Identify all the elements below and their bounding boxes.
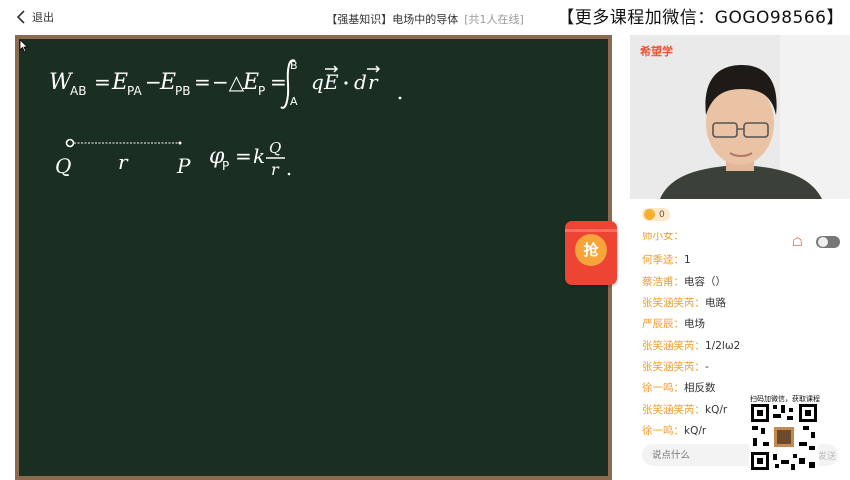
svg-text:P: P — [258, 84, 265, 98]
svg-text:d: d — [354, 70, 367, 94]
teacher-avatar — [630, 35, 850, 199]
send-button[interactable]: 发送 — [818, 449, 836, 462]
toggle-label: 问 — [819, 238, 826, 246]
chat-message: 蔡浩甫：电容（） — [642, 276, 726, 288]
chat-message: 何季逵：1 — [642, 254, 691, 266]
svg-text:q: q — [311, 70, 324, 94]
chat-text: 电路 — [705, 297, 726, 309]
chat-username: 张笑涵笑芮 — [642, 404, 695, 416]
svg-text:AB: AB — [70, 84, 86, 98]
chat-username: 张笑涵笑芮 — [642, 340, 695, 352]
chat-text: 相反数 — [684, 382, 716, 394]
coin-icon — [644, 209, 655, 220]
svg-text:=: = — [270, 70, 287, 94]
watermark-banner: 【更多课程加微信：GOGO98566】 — [555, 2, 846, 29]
chat-text: 1 — [684, 254, 691, 266]
chat-username: 严辰辰 — [642, 318, 674, 330]
svg-text:PA: PA — [127, 84, 142, 98]
chat-message: 严辰辰：电场 — [642, 318, 705, 330]
chat-username: 张笑涵笑芮 — [642, 297, 695, 309]
svg-text:k: k — [253, 144, 265, 168]
chat-message: 徐一鸣：kQ/r — [642, 425, 707, 437]
chat-text: kQ/r — [684, 425, 707, 437]
point-charge-diagram — [65, 138, 182, 148]
svg-text:=: = — [94, 70, 111, 94]
teacher-video: 希望学 — [630, 35, 850, 199]
formula-potential: φ P = k Q r — [209, 139, 291, 179]
teacher-badge-icon[interactable]: ☖ — [792, 235, 803, 249]
chat-username: 徐一鸣 — [642, 382, 674, 394]
svg-text:=: = — [235, 144, 252, 168]
chat-text: 电场 — [684, 318, 705, 330]
chat-username: 何季逵 — [642, 254, 674, 266]
top-bar: 退出 【强基知识】电场中的导体 [共1人在线] 【更多课程加微信：GOGO9856… — [0, 0, 850, 34]
svg-text:−△: −△ — [212, 70, 245, 94]
svg-text:P: P — [222, 159, 229, 173]
chat-text: 1/2lω2 — [705, 340, 741, 352]
likes-badge[interactable]: 0 — [642, 208, 670, 221]
course-title-text: 【强基知识】电场中的导体 — [326, 13, 459, 26]
label-r: r — [118, 150, 129, 174]
chat-message: 张笑涵笑芮：电路 — [642, 297, 726, 309]
blackboard: W AB = E PA − E PB = −△ E P = B A q E d … — [19, 39, 608, 476]
chat-text: kQ/r — [705, 404, 728, 416]
brand-logo: 希望学 — [640, 45, 673, 58]
svg-text:E: E — [323, 70, 339, 94]
svg-text:r: r — [368, 70, 379, 94]
chat-message-partial: 师小女： — [642, 232, 684, 242]
chat-username: 张笑涵笑芮 — [642, 361, 695, 373]
svg-text:Q: Q — [269, 139, 281, 157]
svg-text:E: E — [242, 70, 259, 95]
svg-text:E: E — [111, 70, 128, 95]
svg-text:r: r — [271, 160, 280, 179]
label-p: P — [176, 154, 191, 178]
svg-text:PB: PB — [175, 84, 190, 98]
chat-text: 电容（） — [684, 276, 726, 288]
chat-text: - — [705, 361, 709, 373]
chat-message: 张笑涵笑芮：1/2lω2 — [642, 340, 741, 352]
label-q: Q — [55, 154, 71, 178]
question-toggle[interactable]: 问 — [816, 236, 840, 248]
svg-text:B: B — [290, 59, 298, 72]
chat-username: 蔡浩甫 — [642, 276, 674, 288]
handwriting-layer: W AB = E PA − E PB = −△ E P = B A q E d … — [49, 59, 402, 179]
chat-username: 徐一鸣 — [642, 425, 674, 437]
chat-message: 徐一鸣：相反数 — [642, 382, 716, 394]
chat-message: 张笑涵笑芮：- — [642, 361, 709, 373]
qr-code-icon — [749, 402, 819, 472]
mouse-cursor-icon — [19, 39, 29, 53]
likes-count: 0 — [659, 209, 665, 220]
online-count: [共1人在线] — [464, 13, 524, 26]
svg-text:A: A — [290, 95, 298, 108]
red-packet-flap — [565, 229, 617, 232]
chat-username: 师小女： — [642, 232, 684, 242]
chat-message: 张笑涵笑芮：kQ/r — [642, 404, 728, 416]
svg-text:=: = — [194, 70, 211, 94]
formula-work-energy: W AB = E PA − E PB = −△ E P = B A q E d … — [49, 59, 402, 109]
grab-red-packet-button[interactable]: 抢 — [565, 221, 617, 285]
red-packet-icon: 抢 — [575, 234, 607, 266]
svg-text:E: E — [159, 70, 176, 95]
